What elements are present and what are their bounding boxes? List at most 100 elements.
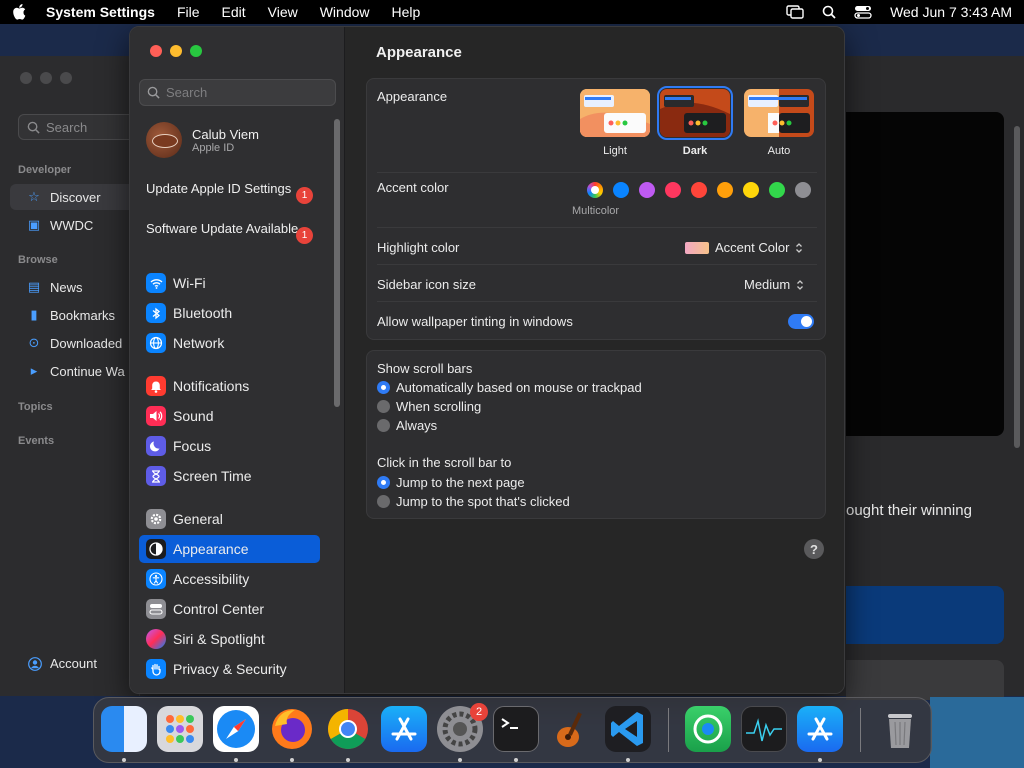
settings-search-input[interactable] (166, 85, 326, 100)
dock-terminal-icon[interactable] (493, 706, 539, 752)
sidebar-item-focus[interactable]: Focus (139, 432, 320, 460)
accent-blue-swatch[interactable] (613, 182, 629, 198)
bg-item-label: Downloaded (50, 335, 123, 351)
accent-multicolor-swatch[interactable] (587, 182, 603, 198)
sidebar-item-label: Accessibility (173, 571, 250, 587)
dock-finder-icon[interactable] (101, 706, 147, 752)
sidebar-item-label: Screen Time (173, 468, 252, 484)
bell-icon (146, 376, 166, 396)
menu-view[interactable]: View (268, 4, 298, 20)
accent-yellow-swatch[interactable] (743, 182, 759, 198)
background-search-placeholder: Search (46, 119, 88, 135)
highlight-color-popup[interactable]: Accent Color (685, 240, 803, 255)
accent-red-swatch[interactable] (691, 182, 707, 198)
control-center-menu-icon[interactable] (854, 5, 872, 19)
accent-graphite-swatch[interactable] (795, 182, 811, 198)
running-indicator (514, 758, 518, 762)
section-topics[interactable]: Topics (18, 401, 53, 413)
background-gray-card[interactable] (846, 660, 1004, 700)
download-icon: ⊙ (28, 335, 40, 350)
jump-next-page-radio[interactable]: Jump to the next page (377, 475, 525, 490)
account-label: Account (50, 656, 97, 671)
close-window-button[interactable] (150, 45, 162, 57)
control-center-icon (146, 599, 166, 619)
sidebar-item-privacy-security[interactable]: Privacy & Security (139, 655, 320, 683)
appearance-auto-option[interactable] (744, 89, 814, 137)
zoom-window-button[interactable] (190, 45, 202, 57)
minimize-window-button[interactable] (170, 45, 182, 57)
software-update-notice[interactable]: Software Update Available (146, 221, 316, 237)
scroll-bars-when-scrolling-radio[interactable]: When scrolling (377, 399, 481, 414)
appearance-light-option[interactable] (580, 89, 650, 137)
person-icon (28, 656, 42, 671)
sidebar-item-appearance[interactable]: Appearance (139, 535, 320, 563)
sidebar-item-accessibility[interactable]: Accessibility (139, 565, 320, 593)
app-name-menu[interactable]: System Settings (46, 4, 155, 20)
dock-chrome-icon[interactable] (325, 706, 371, 752)
page-title: Appearance (376, 44, 462, 61)
appearance-auto-label: Auto (767, 145, 791, 157)
section-events[interactable]: Events (18, 435, 54, 447)
highlight-color-label: Highlight color (377, 240, 460, 255)
jump-spot-clicked-radio[interactable]: Jump to the spot that's clicked (377, 494, 570, 509)
account-button[interactable]: Account (28, 656, 97, 671)
sidebar-item-notifications[interactable]: Notifications (139, 372, 320, 400)
dock-firefox-icon[interactable] (269, 706, 315, 752)
menu-file[interactable]: File (177, 4, 200, 20)
appearance-dark-option[interactable] (657, 86, 733, 140)
update-apple-id-notice[interactable]: Update Apple ID Settings (146, 181, 316, 197)
dock-trash-icon[interactable] (877, 706, 923, 752)
system-settings-window: Calub Viem Apple ID Update Apple ID Sett… (129, 26, 845, 694)
background-traffic-lights (20, 72, 72, 84)
appearance-label: Appearance (377, 89, 448, 104)
screen-mirroring-icon[interactable] (786, 5, 804, 19)
background-scrollbar[interactable] (1014, 126, 1020, 448)
dock-find-my-icon[interactable] (685, 706, 731, 752)
apple-menu-icon[interactable] (12, 4, 26, 20)
menu-window[interactable]: Window (320, 4, 370, 20)
appearance-dark-label: Dark (682, 145, 708, 157)
sidebar-item-network[interactable]: Network (139, 329, 320, 357)
settings-search-field[interactable] (139, 79, 336, 106)
bluetooth-icon (146, 303, 166, 323)
sidebar-item-label: Appearance (173, 541, 249, 557)
sidebar-item-bluetooth[interactable]: Bluetooth (139, 299, 320, 327)
scroll-bars-automatic-radio[interactable]: Automatically based on mouse or trackpad (377, 380, 642, 395)
highlight-swatch (685, 241, 709, 254)
dock-vscode-icon[interactable] (605, 706, 651, 752)
dock-activity-monitor-icon[interactable] (741, 706, 787, 752)
sidebar-item-siri-spotlight[interactable]: Siri & Spotlight (139, 625, 320, 653)
menu-clock[interactable]: Wed Jun 7 3:43 AM (890, 4, 1012, 20)
dock-garageband-icon[interactable] (549, 706, 595, 752)
sidebar-item-general[interactable]: General (139, 505, 320, 533)
menu-help[interactable]: Help (392, 4, 421, 20)
icon-size-value: Medium (744, 277, 791, 292)
sidebar-scrollbar[interactable] (334, 119, 340, 407)
sidebar-icon-size-popup[interactable]: Medium (744, 277, 804, 292)
play-icon: ▸ (30, 363, 38, 378)
background-blue-card[interactable] (846, 586, 1004, 644)
dock-app-store-icon[interactable] (381, 706, 427, 752)
menu-edit[interactable]: Edit (222, 4, 246, 20)
dock-launchpad-icon[interactable] (157, 706, 203, 752)
sidebar-item-wifi[interactable]: Wi-Fi (139, 269, 320, 297)
accessibility-icon (146, 569, 166, 589)
apple-id-profile[interactable]: Calub Viem Apple ID (146, 122, 259, 158)
sidebar-item-sound[interactable]: Sound (139, 402, 320, 430)
profile-subtitle: Apple ID (192, 141, 235, 154)
scroll-bars-always-radio[interactable]: Always (377, 418, 437, 433)
accent-pink-swatch[interactable] (665, 182, 681, 198)
accent-orange-swatch[interactable] (717, 182, 733, 198)
spotlight-search-icon[interactable] (822, 5, 836, 19)
dock-safari-icon[interactable] (213, 706, 259, 752)
dock: 2 (93, 697, 932, 763)
help-button[interactable]: ? (804, 539, 824, 559)
radio-unselected (377, 419, 390, 432)
accent-green-swatch[interactable] (769, 182, 785, 198)
running-indicator (290, 758, 294, 762)
sidebar-item-screen-time[interactable]: Screen Time (139, 462, 320, 490)
wallpaper-tinting-toggle[interactable] (788, 314, 814, 329)
sidebar-item-control-center[interactable]: Control Center (139, 595, 320, 623)
dock-app-store-icon[interactable] (797, 706, 843, 752)
accent-purple-swatch[interactable] (639, 182, 655, 198)
